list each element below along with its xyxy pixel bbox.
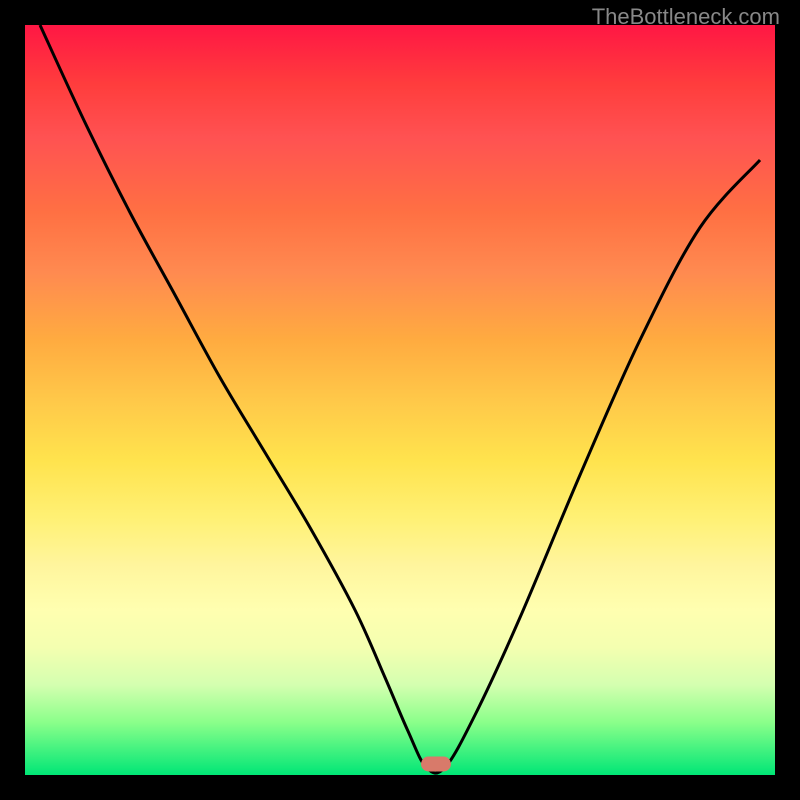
chart-wrapper: TheBottleneck.com <box>0 0 800 800</box>
optimal-point-marker <box>421 756 451 771</box>
bottleneck-curve <box>25 25 775 775</box>
plot-area <box>25 25 775 775</box>
watermark-text: TheBottleneck.com <box>592 4 780 30</box>
